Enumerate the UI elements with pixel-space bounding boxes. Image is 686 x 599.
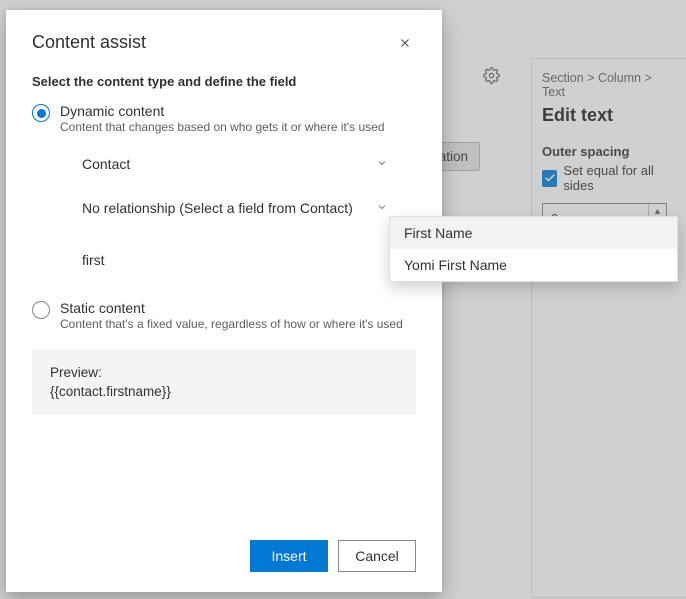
entity-select[interactable]: Contact bbox=[76, 146, 396, 182]
insert-button[interactable]: Insert bbox=[250, 540, 328, 572]
close-button[interactable] bbox=[394, 32, 416, 54]
preview-value: {{contact.firstname}} bbox=[50, 384, 398, 399]
static-content-label: Static content bbox=[60, 300, 403, 316]
preview-label: Preview: bbox=[50, 365, 398, 380]
chevron-down-icon bbox=[376, 156, 388, 172]
field-search-input[interactable]: first bbox=[76, 246, 366, 274]
relationship-select[interactable]: No relationship (Select a field from Con… bbox=[76, 190, 396, 226]
content-assist-dialog: Content assist Select the content type a… bbox=[6, 10, 442, 592]
static-content-radio[interactable] bbox=[32, 301, 50, 319]
chevron-down-icon bbox=[376, 200, 388, 216]
autocomplete-item[interactable]: First Name bbox=[390, 217, 677, 249]
dialog-instruction: Select the content type and define the f… bbox=[32, 74, 416, 89]
preview-box: Preview: {{contact.firstname}} bbox=[32, 349, 416, 415]
autocomplete-item[interactable]: Yomi First Name bbox=[390, 249, 677, 281]
dynamic-content-desc: Content that changes based on who gets i… bbox=[60, 120, 385, 134]
entity-select-value: Contact bbox=[82, 156, 130, 172]
cancel-button[interactable]: Cancel bbox=[338, 540, 416, 572]
static-content-desc: Content that's a fixed value, regardless… bbox=[60, 317, 403, 331]
dynamic-content-label: Dynamic content bbox=[60, 103, 385, 119]
relationship-select-value: No relationship (Select a field from Con… bbox=[82, 200, 353, 216]
dynamic-content-radio[interactable] bbox=[32, 104, 50, 122]
field-autocomplete-popup: First Name Yomi First Name bbox=[389, 216, 678, 282]
dialog-title: Content assist bbox=[32, 32, 146, 53]
